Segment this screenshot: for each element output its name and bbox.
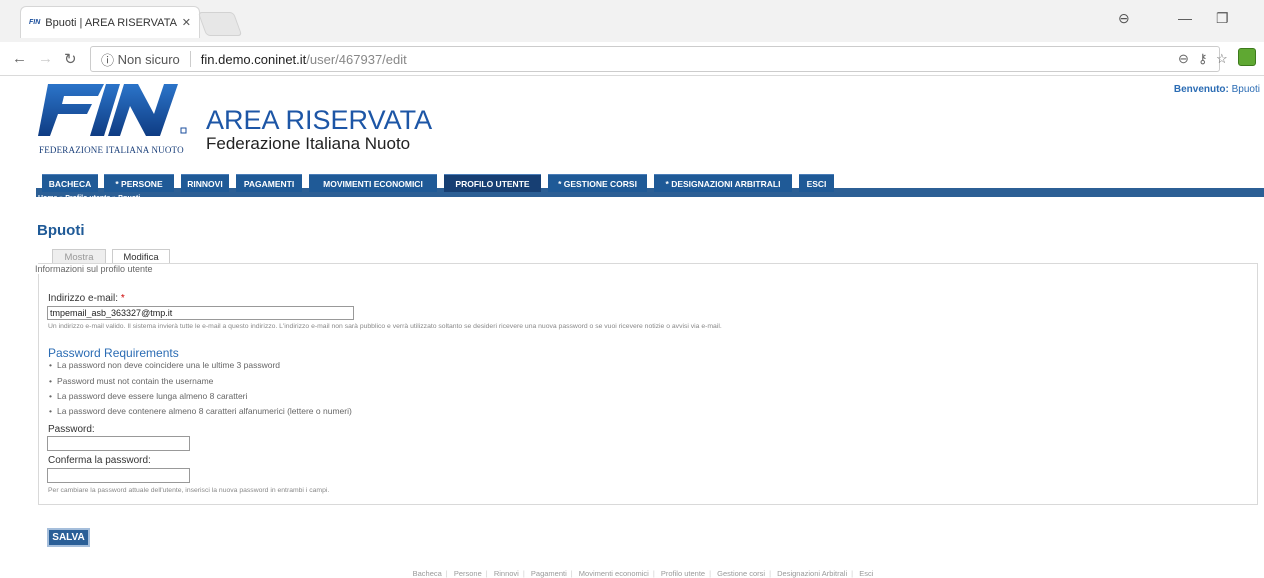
bookmark-star-icon[interactable]: ☆ xyxy=(1216,51,1228,67)
password-description: Per cambiare la password attuale dell'ut… xyxy=(48,487,330,494)
password-requirement: La password deve essere lunga almeno 8 c… xyxy=(49,391,247,401)
email-description: Un indirizzo e-mail valido. Il sistema i… xyxy=(48,323,722,330)
email-label-text: Indirizzo e-mail: xyxy=(48,293,119,304)
menu-item-profilo-utente[interactable]: PROFILO UTENTE xyxy=(444,174,541,192)
zoom-icon[interactable]: ⊖ xyxy=(1178,51,1189,67)
security-label: Non sicuro xyxy=(117,51,180,67)
footer-links: Bacheca | Persone | Rinnovi | Pagamenti | Mo… xyxy=(412,569,874,578)
footer-link[interactable]: Gestione corsi xyxy=(717,569,765,578)
password-label: Password: xyxy=(48,424,95,435)
confirm-password-label: Conferma la password: xyxy=(48,455,151,466)
fin-logo xyxy=(38,84,187,136)
close-tab-icon[interactable]: ✕ xyxy=(182,16,191,29)
footer-link[interactable]: Rinnovi xyxy=(494,569,519,578)
area-subtitle: Federazione Italiana Nuoto xyxy=(206,134,411,153)
reload-icon[interactable]: ↻ xyxy=(64,50,77,68)
welcome-text: Benvenuto: Bpuoti xyxy=(1174,84,1260,95)
account-icon[interactable]: ⊖ xyxy=(1118,10,1130,27)
fieldset-legend: Informazioni sul profilo utente xyxy=(33,264,155,274)
footer-link[interactable]: Movimenti economici xyxy=(579,569,649,578)
footer-link[interactable]: Esci xyxy=(859,569,873,578)
menu-item-persone[interactable]: * PERSONE xyxy=(104,174,174,192)
back-icon[interactable]: ← xyxy=(12,50,27,67)
menu-item-movimenti-economici[interactable]: MOVIMENTI ECONOMICI xyxy=(309,174,437,192)
password-requirement: La password deve contenere almeno 8 cara… xyxy=(49,406,352,416)
password-requirements-title: Password Requirements xyxy=(48,346,179,360)
welcome-user[interactable]: Bpuoti xyxy=(1232,84,1260,95)
required-marker: * xyxy=(120,293,125,304)
tab-title: Bpuoti | AREA RISERVATA xyxy=(45,16,177,29)
logo-subtitle: FEDERAZIONE ITALIANA NUOTO xyxy=(39,145,184,155)
url-path: /user/467937/edit xyxy=(306,51,407,67)
forward-icon[interactable]: → xyxy=(38,50,53,67)
footer-link[interactable]: Designazioni Arbitrali xyxy=(777,569,847,578)
info-icon[interactable]: ⓘ xyxy=(101,50,118,69)
minimize-icon[interactable]: — xyxy=(1178,10,1192,26)
menu-item-pagamenti[interactable]: PAGAMENTI xyxy=(236,174,302,192)
menu-item-gestione-corsi[interactable]: * GESTIONE CORSI xyxy=(548,174,647,192)
menu-item-rinnovi[interactable]: RINNOVI xyxy=(181,174,229,192)
area-title: AREA RISERVATA xyxy=(206,105,433,135)
tab-mostra[interactable]: Mostra xyxy=(52,249,106,264)
url-host: fin.demo.coninet.it xyxy=(200,51,307,67)
browser-tab[interactable]: FIN Bpuoti | AREA RISERVATA ✕ xyxy=(20,6,200,38)
welcome-label: Benvenuto: xyxy=(1173,84,1229,95)
menu-item-designazioni-arbitrali[interactable]: * DESIGNAZIONI ARBITRALI xyxy=(654,174,792,192)
confirm-password-field[interactable] xyxy=(47,468,190,483)
footer-link[interactable]: Bacheca xyxy=(413,569,442,578)
page-title: Bpuoti xyxy=(37,222,85,239)
address-bar[interactable]: ⓘ Non sicuro fin.demo.coninet.it /user/4… xyxy=(90,46,1220,72)
breadcrumb[interactable]: Home » Profilo utente » Bpuoti xyxy=(38,195,140,202)
save-button[interactable]: SALVA xyxy=(47,528,90,547)
profile-fieldset xyxy=(38,263,1258,505)
page-content: FEDERAZIONE ITALIANA NUOTO AREA RISERVAT… xyxy=(22,77,1264,578)
restore-icon[interactable]: ❐ xyxy=(1216,10,1229,27)
tab-modifica[interactable]: Modifica xyxy=(112,249,170,264)
key-icon[interactable]: ⚷ xyxy=(1198,51,1208,67)
password-requirement: La password non deve coincidere una le u… xyxy=(49,360,280,370)
password-requirement: Password must not contain the username xyxy=(49,376,213,386)
browser-tabstrip: FIN Bpuoti | AREA RISERVATA ✕ ⊖ — ❐ xyxy=(0,0,1264,42)
password-field[interactable] xyxy=(47,436,190,451)
email-field[interactable] xyxy=(47,306,354,320)
footer-link[interactable]: Profilo utente xyxy=(661,569,705,578)
new-tab-button[interactable] xyxy=(197,12,243,36)
footer-link[interactable]: Pagamenti xyxy=(531,569,567,578)
menu-item-esci[interactable]: ESCI xyxy=(799,174,834,192)
fin-favicon-icon: FIN xyxy=(29,19,41,26)
main-menu: BACHECA * PERSONE RINNOVI PAGAMENTI MOVI… xyxy=(36,174,1264,197)
menu-item-bacheca[interactable]: BACHECA xyxy=(42,174,98,192)
email-label: Indirizzo e-mail: * xyxy=(48,293,125,304)
footer-link[interactable]: Persone xyxy=(454,569,482,578)
browser-toolbar: ← → ↻ ⓘ Non sicuro fin.demo.coninet.it /… xyxy=(0,42,1264,76)
extension-icon[interactable] xyxy=(1238,48,1256,66)
